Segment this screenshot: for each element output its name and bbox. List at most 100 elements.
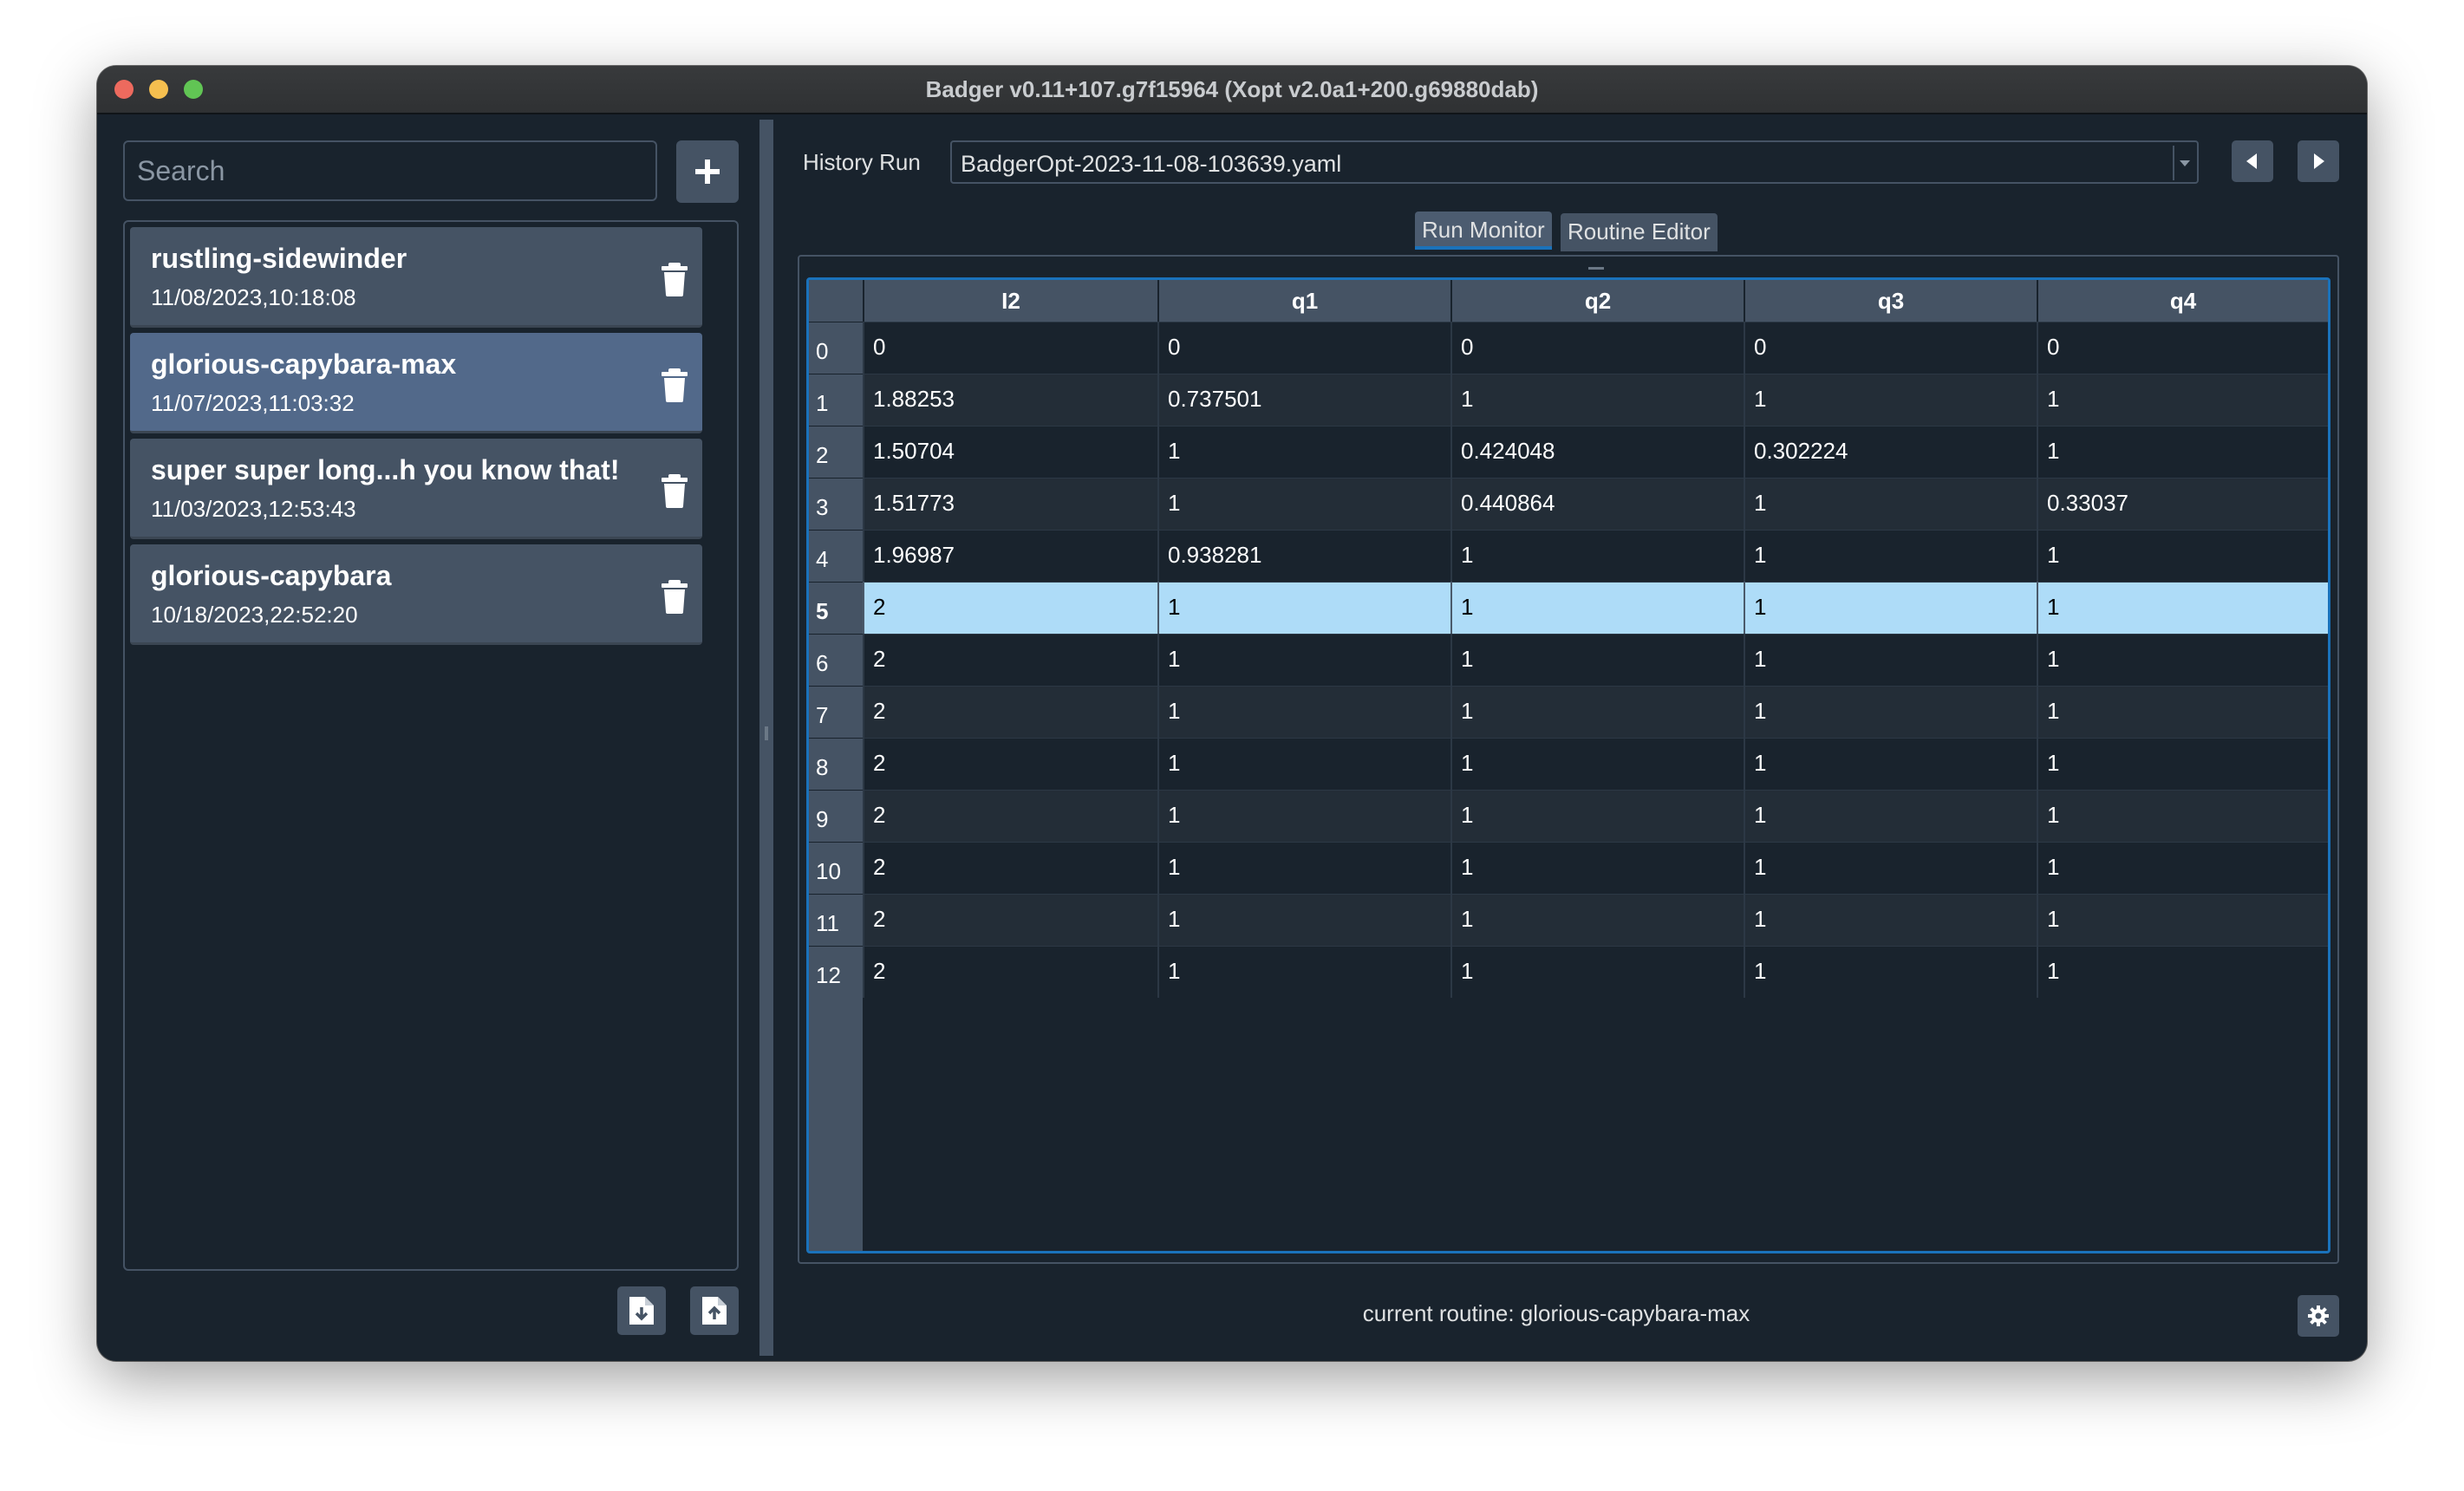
row-header[interactable]: 8	[809, 738, 863, 790]
row-header[interactable]: 3	[809, 478, 863, 530]
table-row[interactable]: 721111	[809, 686, 2328, 738]
table-cell[interactable]: 1	[1744, 582, 2037, 634]
table-row[interactable]: 11 2 1 1 1 1	[809, 894, 2328, 946]
row-header[interactable]: 9	[809, 790, 863, 842]
table-cell[interactable]: 1	[1157, 478, 1450, 530]
row-header[interactable]: 11	[809, 894, 863, 946]
table-row[interactable]: 12 2 1 1 1 1	[809, 946, 2328, 998]
table-cell[interactable]: 0	[1744, 322, 2037, 374]
table-cell[interactable]: 1	[1450, 374, 1744, 426]
table-row[interactable]: 821111	[809, 738, 2328, 790]
table-cell[interactable]: 1.51773	[863, 478, 1157, 530]
table-cell[interactable]: 1	[1450, 842, 1744, 894]
column-header-q1[interactable]: q1	[1157, 280, 1450, 322]
table-row[interactable]: 621111	[809, 634, 2328, 686]
table-row[interactable]: 10 2 1 1 1 1	[809, 842, 2328, 894]
table-cell[interactable]: 1	[1450, 894, 1744, 946]
table-cell[interactable]: 1	[1157, 894, 1450, 946]
table-cell[interactable]: 1	[1744, 842, 2037, 894]
table-cell[interactable]: 1	[2037, 530, 2328, 582]
table-cell[interactable]: 1	[1744, 946, 2037, 998]
table-cell[interactable]: 1	[2037, 946, 2328, 998]
column-header-q2[interactable]: q2	[1450, 280, 1744, 322]
table-cell[interactable]: 1	[1744, 686, 2037, 738]
table-cell[interactable]: 1	[1450, 582, 1744, 634]
import-routine-button[interactable]	[617, 1286, 666, 1335]
table-cell[interactable]: 0.424048	[1450, 426, 1744, 478]
table-cell[interactable]: 1	[1744, 738, 2037, 790]
table-cell[interactable]: 0.938281	[1157, 530, 1450, 582]
table-cell[interactable]: 1	[2037, 790, 2328, 842]
table-cell[interactable]: 1	[1744, 530, 2037, 582]
next-run-button[interactable]	[2298, 140, 2339, 182]
table-cell[interactable]: 1	[2037, 634, 2328, 686]
row-header[interactable]: 7	[809, 686, 863, 738]
row-header[interactable]: 4	[809, 530, 863, 582]
row-header[interactable]: 2	[809, 426, 863, 478]
table-row[interactable]: 000000	[809, 322, 2328, 374]
table-cell[interactable]: 1	[2037, 738, 2328, 790]
routine-item[interactable]: glorious-capybara-max 11/07/2023,11:03:3…	[130, 333, 702, 433]
table-cell[interactable]: 2	[863, 686, 1157, 738]
routine-item[interactable]: rustling-sidewinder 11/08/2023,10:18:08	[130, 227, 702, 328]
tab-routine-editor[interactable]: Routine Editor	[1561, 213, 1718, 251]
trash-icon[interactable]	[659, 473, 690, 508]
row-header[interactable]: 0	[809, 322, 863, 374]
table-cell[interactable]: 2	[863, 842, 1157, 894]
table-cell[interactable]: 1	[1157, 738, 1450, 790]
table-cell[interactable]: 1	[2037, 426, 2328, 478]
table-cell[interactable]: 1	[1157, 426, 1450, 478]
table-row[interactable]: 1 1.88253 0.737501 1 1 1	[809, 374, 2328, 426]
table-corner[interactable]	[809, 280, 863, 322]
table-row[interactable]: 521111	[809, 582, 2328, 634]
table-cell[interactable]: 1	[2037, 894, 2328, 946]
column-header-i2[interactable]: I2	[863, 280, 1157, 322]
table-cell[interactable]: 1	[1157, 686, 1450, 738]
routine-item[interactable]: super super long...h you know that! 11/0…	[130, 439, 702, 539]
table-cell[interactable]: 1	[1450, 738, 1744, 790]
table-row[interactable]: 4 1.96987 0.938281 1 1 1	[809, 530, 2328, 582]
tab-run-monitor[interactable]: Run Monitor	[1415, 212, 1552, 250]
table-cell[interactable]: 1	[1157, 582, 1450, 634]
row-header[interactable]: 1	[809, 374, 863, 426]
table-cell[interactable]: 1	[1744, 634, 2037, 686]
column-header-q3[interactable]: q3	[1744, 280, 2037, 322]
row-header[interactable]: 6	[809, 634, 863, 686]
table-cell[interactable]: 1	[1157, 790, 1450, 842]
table-cell[interactable]: 1	[1157, 842, 1450, 894]
table-cell[interactable]: 1	[1744, 478, 2037, 530]
table-cell[interactable]: 2	[863, 582, 1157, 634]
table-cell[interactable]: 0.302224	[1744, 426, 2037, 478]
table-cell[interactable]: 0	[2037, 322, 2328, 374]
table-cell[interactable]: 1	[1450, 946, 1744, 998]
table-cell[interactable]: 0	[1450, 322, 1744, 374]
table-cell[interactable]: 1	[1450, 686, 1744, 738]
table-cell[interactable]: 1	[1744, 894, 2037, 946]
table-cell[interactable]: 1	[2037, 842, 2328, 894]
table-cell[interactable]: 2	[863, 634, 1157, 686]
column-header-q4[interactable]: q4	[2037, 280, 2328, 322]
search-input[interactable]	[123, 140, 657, 201]
trash-icon[interactable]	[659, 579, 690, 614]
table-cell[interactable]: 1.96987	[863, 530, 1157, 582]
table-cell[interactable]: 2	[863, 790, 1157, 842]
trash-icon[interactable]	[659, 368, 690, 402]
table-cell[interactable]: 0	[1157, 322, 1450, 374]
row-header[interactable]: 12	[809, 946, 863, 998]
table-cell[interactable]: 1	[1744, 374, 2037, 426]
table-cell[interactable]: 1	[2037, 582, 2328, 634]
settings-button[interactable]	[2298, 1295, 2339, 1337]
table-cell[interactable]: 1	[1450, 530, 1744, 582]
table-cell[interactable]: 1	[1157, 634, 1450, 686]
table-cell[interactable]: 1	[1450, 634, 1744, 686]
table-cell[interactable]: 1.50704	[863, 426, 1157, 478]
table-cell[interactable]: 1	[2037, 374, 2328, 426]
previous-run-button[interactable]	[2232, 140, 2273, 182]
history-run-select[interactable]: BadgerOpt-2023-11-08-103639.yaml	[950, 140, 2199, 184]
table-cell[interactable]: 2	[863, 946, 1157, 998]
row-header[interactable]: 5	[809, 582, 863, 634]
table-cell[interactable]: 1	[1744, 790, 2037, 842]
table-cell[interactable]: 0.737501	[1157, 374, 1450, 426]
table-cell[interactable]: 1	[1450, 790, 1744, 842]
table-row[interactable]: 3 1.51773 1 0.440864 1 0.33037	[809, 478, 2328, 530]
